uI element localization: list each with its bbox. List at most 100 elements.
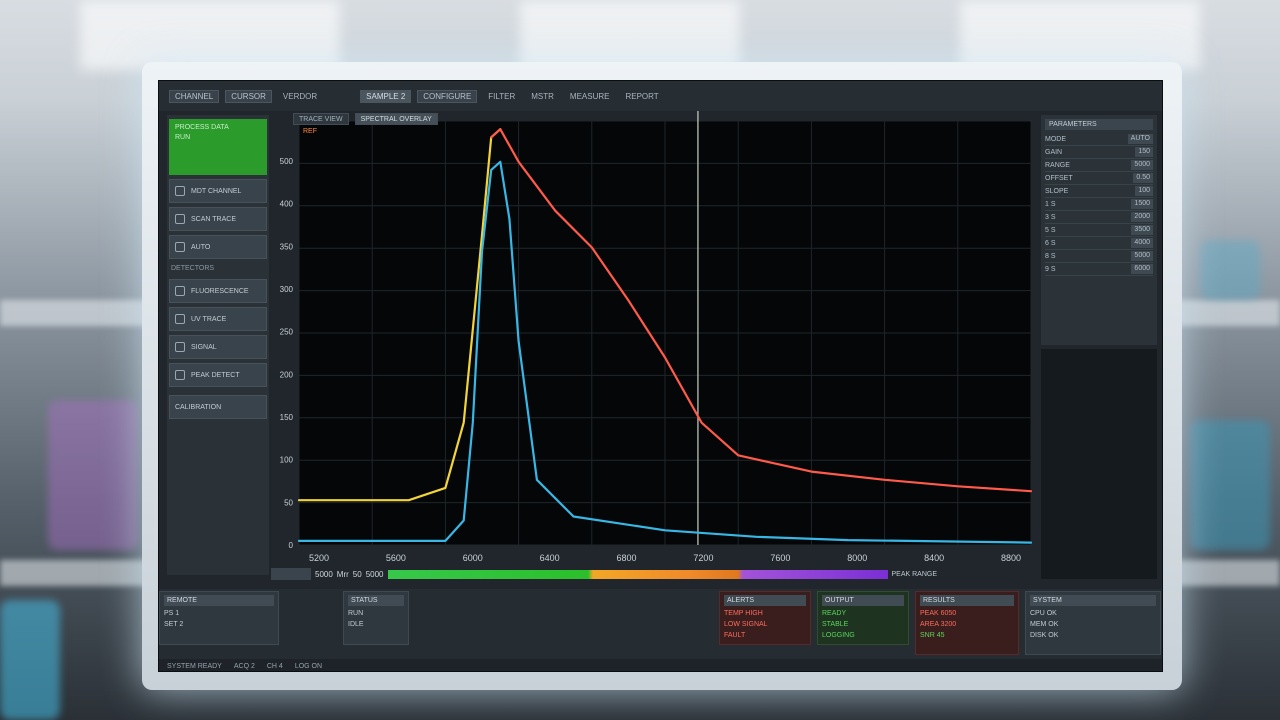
parameter-name: 6 S: [1045, 239, 1056, 247]
sidebar-active-sub: RUN: [175, 134, 191, 141]
toolbar-label[interactable]: MSTR: [526, 90, 559, 103]
toolbar-button[interactable]: CHANNEL: [169, 89, 220, 103]
parameter-row[interactable]: OFFSET 0.50: [1045, 172, 1153, 185]
parameter-row[interactable]: 6 S 4000: [1045, 237, 1153, 250]
trace-icon: [175, 214, 185, 224]
output-line: LOGGING: [822, 632, 855, 639]
parameter-value[interactable]: AUTO: [1127, 134, 1153, 144]
output-panel[interactable]: OUTPUT READY STABLE LOGGING: [817, 591, 909, 645]
alert-line: TEMP HIGH: [724, 610, 763, 617]
chart-area: 500 400 350 300 250 200 150 100 50 0 5200 5600 6000 6…: [271, 111, 1037, 581]
x-tick-label: 6800: [617, 553, 637, 563]
window-blur: [520, 0, 740, 70]
parameters-panel: PARAMETERS MODE AUTO GAIN 150 RANGE 5000 OFFSE…: [1041, 115, 1157, 345]
x-tick-label: 6000: [463, 553, 483, 563]
result-line: PEAK 6050: [920, 610, 957, 617]
y-tick-label: 500: [280, 157, 294, 166]
toolbar-button[interactable]: CONFIGURE: [417, 89, 478, 103]
y-tick-label: 400: [280, 200, 294, 209]
parameter-name: GAIN: [1045, 148, 1063, 156]
panel-title: ALERTS: [724, 595, 806, 606]
sidebar-item[interactable]: FLUORESCENCE: [169, 279, 267, 303]
y-tick-label: 50: [284, 498, 293, 507]
sidebar-item[interactable]: CALIBRATION: [169, 395, 267, 419]
parameter-row[interactable]: 9 S 6000: [1045, 263, 1153, 276]
panel-title: REMOTE: [164, 595, 274, 606]
flask: [48, 400, 138, 550]
trace-chart[interactable]: 5004003503002502001501005005200 5600 6000 6…: [271, 111, 1037, 581]
toolbar-label[interactable]: VERDOR: [278, 90, 322, 103]
status-text: LOG ON: [294, 662, 323, 670]
sidebar-item[interactable]: UV TRACE: [169, 307, 267, 331]
x-tick-label: 6400: [540, 553, 560, 563]
parameter-value[interactable]: 0.50: [1133, 173, 1153, 183]
parameter-value[interactable]: 3500: [1131, 225, 1153, 235]
sidebar-item-label: FLUORESCENCE: [191, 287, 249, 295]
x-tick-label: 8800: [1001, 553, 1021, 563]
parameter-name: RANGE: [1045, 161, 1070, 169]
parameter-value[interactable]: 5000: [1131, 251, 1153, 261]
result-line: SNR 45: [920, 632, 945, 639]
y-tick-label: 350: [280, 242, 294, 251]
parameter-value[interactable]: 6000: [1131, 264, 1153, 274]
auto-icon: [175, 242, 185, 252]
sidebar: PROCESS DATA RUN MDT CHANNEL SCAN TRACE …: [167, 115, 269, 575]
output-line: STABLE: [822, 621, 849, 628]
status-panel[interactable]: STATUS RUN IDLE: [343, 591, 409, 645]
range-end: 5000: [365, 569, 384, 579]
parameter-name: 5 S: [1045, 226, 1056, 234]
parameter-value[interactable]: 1500: [1131, 199, 1153, 209]
x-tick-label: 8000: [847, 553, 867, 563]
parameter-row[interactable]: SLOPE 100: [1045, 185, 1153, 198]
spectrum-row: 5000 Mrr 50 5000 PEAK RANGE: [271, 567, 1031, 581]
bottle: [1200, 240, 1260, 300]
channel-icon: [175, 186, 185, 196]
chart-tab-active[interactable]: SPECTRAL OVERLAY: [354, 113, 438, 125]
parameter-row[interactable]: MODE AUTO: [1045, 133, 1153, 146]
parameter-name: SLOPE: [1045, 187, 1069, 195]
panel-title: RESULTS: [920, 595, 1014, 606]
system-panel[interactable]: SYSTEM CPU OK MEM OK DISK OK: [1025, 591, 1161, 655]
parameter-value[interactable]: 2000: [1131, 212, 1153, 222]
parameter-value[interactable]: 100: [1135, 186, 1153, 196]
sidebar-item[interactable]: PEAK DETECT: [169, 363, 267, 387]
sidebar-item[interactable]: SCAN TRACE: [169, 207, 267, 231]
y-tick-label: 0: [289, 541, 294, 550]
sidebar-item[interactable]: SIGNAL: [169, 335, 267, 359]
x-tick-label: 8400: [924, 553, 944, 563]
toolbar-label[interactable]: FILTER: [483, 90, 520, 103]
sidebar-active-label: PROCESS DATA: [175, 124, 229, 131]
toolbar-label[interactable]: MEASURE: [565, 90, 615, 103]
parameter-row[interactable]: GAIN 150: [1045, 146, 1153, 159]
alerts-panel[interactable]: ALERTS TEMP HIGH LOW SIGNAL FAULT: [719, 591, 811, 645]
range-unit: Mrr: [336, 569, 349, 579]
sidebar-item-label: AUTO: [191, 243, 211, 251]
status-text: ACQ 2: [233, 662, 255, 670]
spectrum-bar[interactable]: [387, 569, 888, 579]
alert-line: FAULT: [724, 632, 746, 639]
sidebar-item-label: MDT CHANNEL: [191, 187, 242, 195]
range-field[interactable]: [271, 568, 311, 580]
uv-icon: [175, 314, 185, 324]
parameter-row[interactable]: RANGE 5000: [1045, 159, 1153, 172]
parameter-name: 3 S: [1045, 213, 1056, 221]
parameter-value[interactable]: 4000: [1131, 238, 1153, 248]
y-tick-label: 300: [280, 285, 294, 294]
toolbar-button[interactable]: CURSOR: [225, 89, 272, 103]
sidebar-item[interactable]: MDT CHANNEL: [169, 179, 267, 203]
toolbar-button[interactable]: SAMPLE 2: [360, 89, 412, 103]
sidebar-item[interactable]: AUTO: [169, 235, 267, 259]
results-panel[interactable]: RESULTS PEAK 6050 AREA 3200 SNR 45: [915, 591, 1019, 655]
parameter-row[interactable]: 5 S 3500: [1045, 224, 1153, 237]
parameter-value[interactable]: 150: [1135, 147, 1153, 157]
remote-panel[interactable]: REMOTE PS 1 SET 2: [159, 591, 279, 645]
chart-tab[interactable]: TRACE VIEW: [293, 113, 349, 125]
toolbar-label[interactable]: REPORT: [620, 90, 663, 103]
peak-icon: [175, 370, 185, 380]
parameter-row[interactable]: 3 S 2000: [1045, 211, 1153, 224]
parameter-row[interactable]: 1 S 1500: [1045, 198, 1153, 211]
sidebar-active-panel[interactable]: PROCESS DATA RUN: [169, 119, 267, 175]
alert-line: LOW SIGNAL: [724, 621, 768, 628]
parameter-row[interactable]: 8 S 5000: [1045, 250, 1153, 263]
parameter-value[interactable]: 5000: [1131, 160, 1153, 170]
